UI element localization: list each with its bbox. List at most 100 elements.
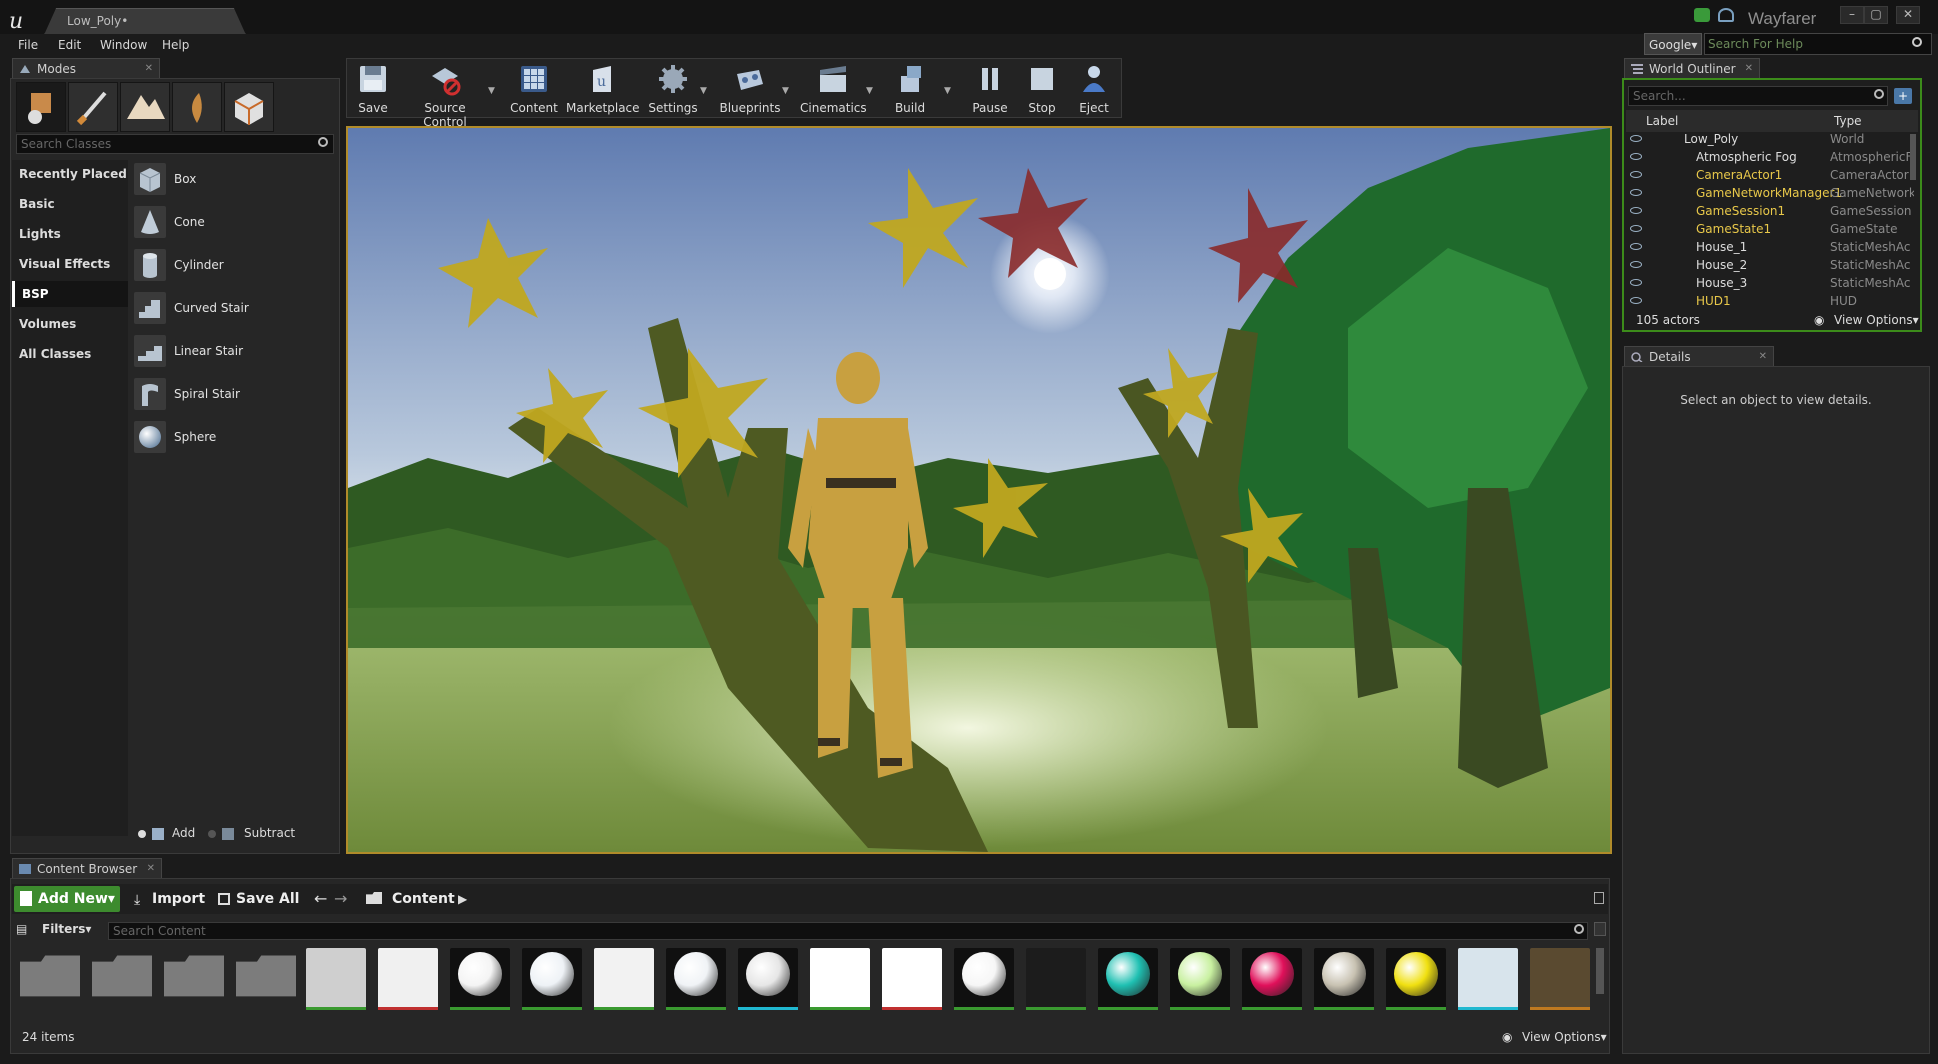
category-bsp[interactable]: BSP [12, 281, 128, 307]
import-button[interactable]: Import [152, 886, 205, 912]
visibility-eye-icon[interactable] [1630, 135, 1642, 142]
cinematics-button[interactable]: Cinematics [800, 58, 867, 116]
outliner-search-input[interactable]: Search... [1628, 86, 1888, 106]
bsp-item-box[interactable]: Box [134, 160, 334, 200]
search-classes-input[interactable]: Search Classes [16, 134, 334, 154]
category-recently-placed[interactable]: Recently Placed [12, 161, 128, 187]
asset-tile[interactable] [882, 948, 942, 1010]
landscape-mode-button[interactable] [120, 82, 170, 132]
path-content[interactable]: Content [392, 886, 455, 912]
outliner-row[interactable]: House_2 StaticMeshAc [1626, 256, 1918, 274]
settings-dropdown-icon[interactable]: ▼ [700, 86, 707, 96]
content-scrollbar[interactable] [1596, 948, 1604, 994]
stop-button[interactable]: Stop [1018, 58, 1066, 116]
search-engine-dropdown[interactable]: Google▾ [1644, 33, 1702, 55]
modes-tab[interactable]: Modes ✕ [12, 58, 160, 78]
bsp-item-cone[interactable]: Cone [134, 203, 334, 243]
category-visual-effects[interactable]: Visual Effects [12, 251, 128, 277]
eject-button[interactable]: Eject [1070, 58, 1118, 116]
save-search-icon[interactable] [1594, 922, 1606, 936]
close-tab-icon[interactable]: ✕ [147, 859, 155, 879]
level-viewport[interactable] [346, 126, 1612, 854]
source-control-status-icon[interactable] [1718, 8, 1734, 22]
bsp-item-cylinder[interactable]: Cylinder [134, 246, 334, 286]
type-column-header[interactable]: Type [1834, 114, 1862, 128]
blueprints-dropdown-icon[interactable]: ▼ [782, 86, 789, 96]
asset-tile[interactable] [1386, 948, 1446, 1010]
close-button[interactable]: ✕ [1896, 6, 1920, 24]
visibility-eye-icon[interactable] [1630, 243, 1642, 250]
bsp-item-spiral-stair[interactable]: Spiral Stair [134, 375, 334, 415]
help-search-input[interactable]: Search For Help [1704, 33, 1932, 55]
asset-tile[interactable] [1458, 948, 1518, 1010]
source-control-button[interactable]: Source Control [402, 58, 488, 129]
foliage-mode-button[interactable] [172, 82, 222, 132]
outliner-row[interactable]: Low_Poly World [1626, 130, 1918, 148]
menu-file[interactable]: File [18, 38, 38, 52]
visibility-eye-icon[interactable] [1630, 207, 1642, 214]
category-lights[interactable]: Lights [12, 221, 128, 247]
category-volumes[interactable]: Volumes [12, 311, 128, 337]
close-tab-icon[interactable]: ✕ [1759, 347, 1767, 367]
asset-tile[interactable] [1530, 948, 1590, 1010]
outliner-row[interactable]: GameState1 GameState [1626, 220, 1918, 238]
asset-tile[interactable] [1242, 948, 1302, 1010]
asset-tile[interactable] [810, 948, 870, 1010]
source-control-dropdown-icon[interactable]: ▼ [488, 86, 495, 96]
minimize-button[interactable]: – [1840, 6, 1864, 24]
asset-tile[interactable] [594, 948, 654, 1010]
outliner-row[interactable]: House_3 StaticMeshAc [1626, 274, 1918, 292]
forward-arrow-icon[interactable]: → [334, 889, 347, 908]
chat-icon[interactable] [1694, 8, 1710, 22]
category-basic[interactable]: Basic [12, 191, 128, 217]
content-view-options[interactable]: View Options▾ [1522, 1030, 1607, 1044]
asset-tile[interactable] [1098, 948, 1158, 1010]
outliner-row[interactable]: HUD1 HUD [1626, 292, 1918, 306]
build-button[interactable]: Build [886, 58, 934, 116]
lock-icon[interactable] [1594, 892, 1604, 904]
level-tab[interactable]: Low_Poly• [44, 8, 246, 35]
content-button[interactable]: Content [508, 58, 560, 116]
label-column-header[interactable]: Label [1646, 114, 1678, 128]
subtract-radio[interactable] [208, 830, 216, 838]
build-dropdown-icon[interactable]: ▼ [944, 86, 951, 96]
asset-tile[interactable] [738, 948, 798, 1010]
visibility-eye-icon[interactable] [1630, 297, 1642, 304]
asset-tile[interactable] [306, 948, 366, 1010]
asset-tile[interactable] [450, 948, 510, 1010]
search-icon[interactable] [1912, 37, 1922, 47]
close-tab-icon[interactable]: ✕ [145, 59, 153, 79]
category-all-classes[interactable]: All Classes [12, 341, 128, 367]
close-tab-icon[interactable]: ✕ [1745, 59, 1753, 79]
outliner-view-options[interactable]: View Options▾ [1834, 313, 1919, 327]
details-tab[interactable]: Details ✕ [1624, 346, 1774, 366]
outliner-row[interactable]: GameSession1 GameSession [1626, 202, 1918, 220]
content-browser-tab[interactable]: Content Browser ✕ [12, 858, 162, 878]
paint-mode-button[interactable] [68, 82, 118, 132]
asset-tile[interactable] [1314, 948, 1374, 1010]
asset-tile[interactable] [522, 948, 582, 1010]
outliner-scrollbar[interactable] [1910, 134, 1916, 180]
cinematics-dropdown-icon[interactable]: ▼ [866, 86, 873, 96]
blueprints-button[interactable]: Blueprints [718, 58, 782, 116]
save-button[interactable]: Save [350, 58, 396, 116]
visibility-eye-icon[interactable] [1630, 279, 1642, 286]
maximize-button[interactable]: ▢ [1864, 6, 1888, 24]
save-all-button[interactable]: Save All [236, 886, 299, 912]
marketplace-button[interactable]: u Marketplace [566, 58, 640, 116]
settings-button[interactable]: Settings [646, 58, 700, 116]
menu-help[interactable]: Help [162, 38, 189, 52]
add-radio[interactable] [138, 830, 146, 838]
bsp-item-curved-stair[interactable]: Curved Stair [134, 289, 334, 329]
asset-tile[interactable] [1170, 948, 1230, 1010]
outliner-row[interactable]: House_1 StaticMeshAc [1626, 238, 1918, 256]
visibility-eye-icon[interactable] [1630, 225, 1642, 232]
outliner-row[interactable]: Atmospheric Fog AtmosphericF [1626, 148, 1918, 166]
place-mode-button[interactable] [16, 82, 66, 132]
back-arrow-icon[interactable]: ← [314, 889, 327, 908]
asset-tile[interactable] [954, 948, 1014, 1010]
world-outliner-tab[interactable]: World Outliner ✕ [1624, 58, 1760, 78]
pause-button[interactable]: Pause [964, 58, 1016, 116]
add-folder-icon[interactable]: + [1894, 88, 1912, 104]
outliner-row[interactable]: CameraActor1 CameraActor [1626, 166, 1918, 184]
